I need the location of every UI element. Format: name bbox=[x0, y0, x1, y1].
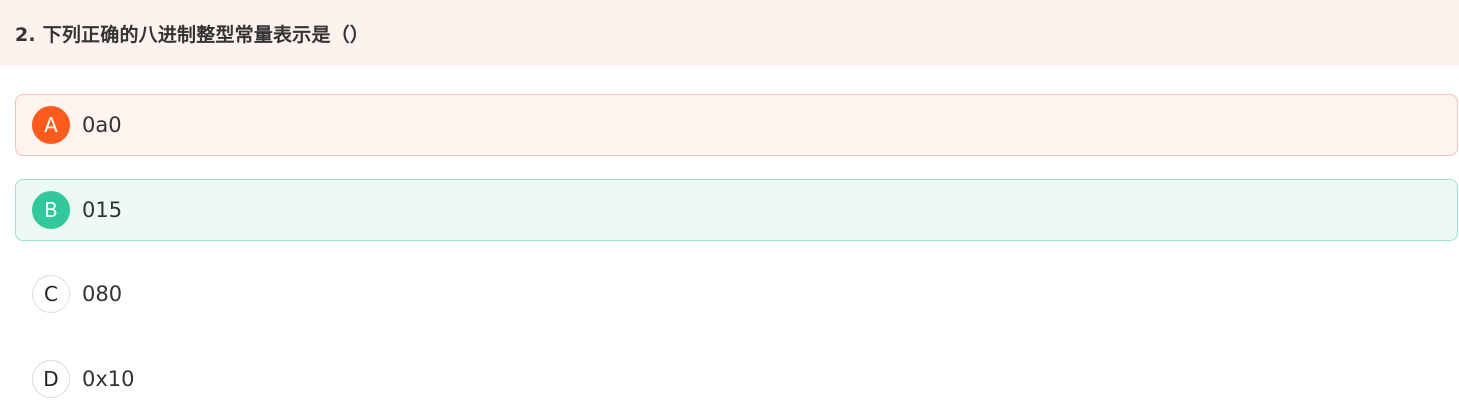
option-b[interactable]: B 015 bbox=[15, 179, 1458, 241]
option-letter-d: D bbox=[32, 360, 70, 398]
option-text-a: 0a0 bbox=[82, 113, 122, 137]
option-c[interactable]: C 080 bbox=[15, 263, 1458, 325]
option-a[interactable]: A 0a0 bbox=[15, 94, 1458, 156]
option-text-c: 080 bbox=[82, 282, 123, 306]
question-title: 2. 下列正确的八进制整型常量表示是（） bbox=[15, 23, 370, 46]
option-letter-c: C bbox=[32, 275, 70, 313]
question-header: 2. 下列正确的八进制整型常量表示是（） bbox=[0, 0, 1459, 66]
option-text-b: 015 bbox=[82, 198, 123, 222]
option-letter-b: B bbox=[32, 191, 70, 229]
option-letter-a: A bbox=[32, 106, 70, 144]
option-text-d: 0x10 bbox=[82, 367, 135, 391]
option-d[interactable]: D 0x10 bbox=[15, 348, 1458, 410]
